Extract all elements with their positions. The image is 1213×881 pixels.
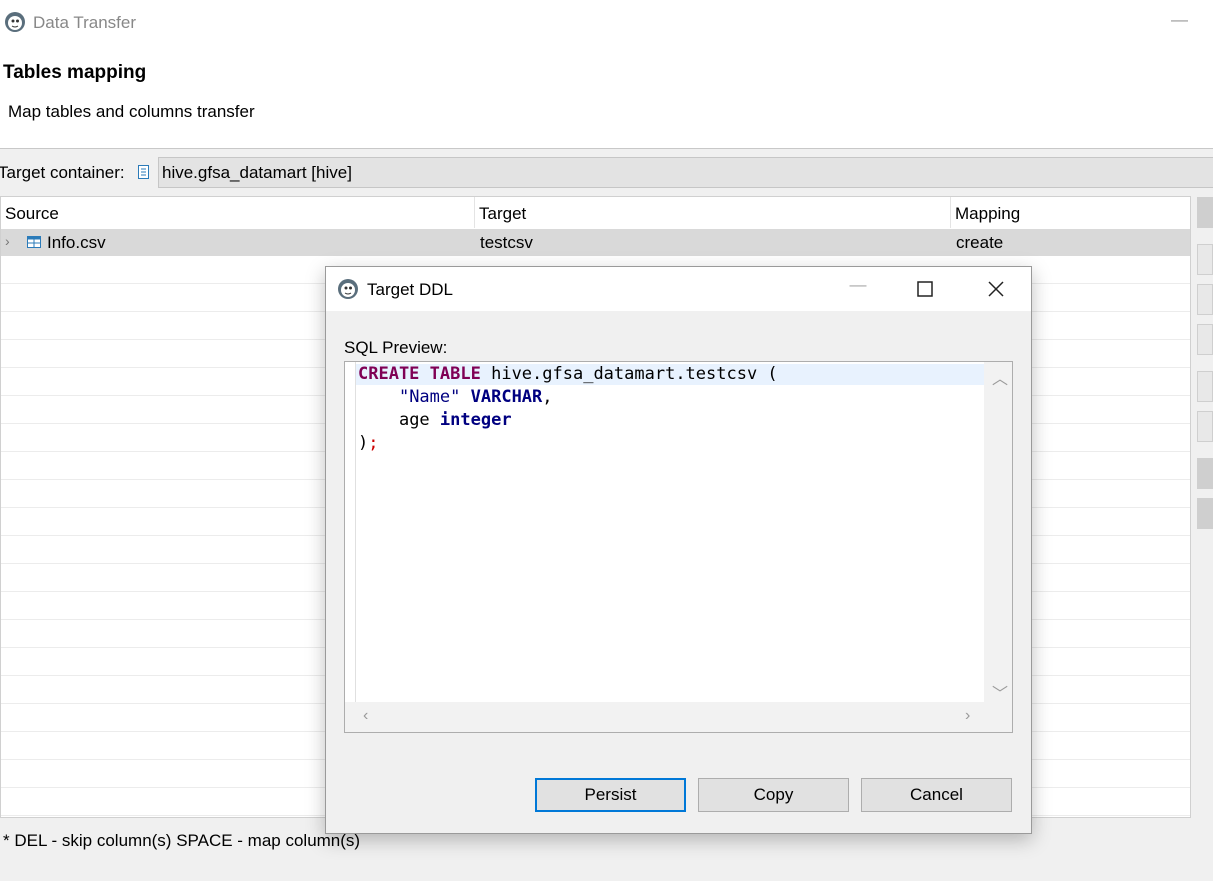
minimize-button[interactable]: — (1171, 10, 1189, 34)
cancel-button[interactable]: Cancel (861, 778, 1012, 812)
scroll-down-arrow-icon[interactable]: ﹀ (992, 680, 1008, 704)
side-button[interactable] (1197, 458, 1213, 489)
table-row[interactable] (1, 229, 1190, 256)
editor-gutter (355, 362, 356, 702)
scroll-up-arrow-icon[interactable]: ︿ (992, 365, 1008, 389)
row-mapping-cell: create (956, 233, 1004, 252)
code-line-3: age integer (398, 410, 512, 430)
page-title: Tables mapping (3, 62, 147, 83)
schema-icon (138, 165, 149, 179)
code-line-2: "Name" VARCHAR, (398, 387, 553, 407)
dbeaver-logo-icon (5, 12, 25, 32)
vertical-scrollbar[interactable]: ︿ ﹀ (984, 362, 1012, 704)
sql-preview-editor[interactable]: CREATE TABLE hive.gfsa_datamart.testcsv … (344, 361, 1013, 733)
side-button[interactable] (1197, 498, 1213, 529)
scrollbar-corner (984, 702, 1012, 732)
row-source-cell: Info.csv (47, 233, 106, 252)
side-button[interactable] (1197, 244, 1213, 275)
copy-button[interactable]: Copy (698, 778, 849, 812)
target-container-value: hive.gfsa_datamart [hive] (162, 163, 352, 182)
side-button[interactable] (1197, 324, 1213, 355)
close-icon[interactable] (983, 277, 1009, 301)
page-description: Map tables and columns transfer (8, 102, 255, 121)
side-button[interactable] (1197, 284, 1213, 315)
keyboard-hint: * DEL - skip column(s) SPACE - map colum… (3, 831, 361, 850)
persist-button[interactable]: Persist (535, 778, 686, 812)
dialog-title: Target DDL (367, 280, 453, 299)
dbeaver-logo-icon (338, 279, 358, 299)
column-header-source[interactable]: Source (1, 197, 475, 228)
scroll-left-arrow-icon[interactable]: ‹ (363, 707, 368, 725)
side-button[interactable] (1197, 411, 1213, 442)
side-button[interactable] (1197, 197, 1213, 228)
table-icon (27, 236, 41, 248)
target-container-label: Target container: (0, 163, 125, 182)
window-titlebar (0, 0, 1213, 46)
horizontal-scrollbar[interactable]: ‹ › (345, 702, 984, 732)
code-line-4: ); (358, 433, 379, 453)
code-line-1: CREATE TABLE hive.gfsa_datamart.testcsv … (358, 364, 778, 384)
maximize-icon[interactable] (914, 277, 936, 301)
scroll-right-arrow-icon[interactable]: › (965, 707, 970, 725)
column-header-mapping[interactable]: Mapping (951, 197, 1190, 228)
column-header-target[interactable]: Target (475, 197, 951, 228)
window-title: Data Transfer (33, 13, 136, 32)
dialog-minimize-button[interactable]: — (846, 275, 870, 301)
sql-preview-label: SQL Preview: (344, 338, 448, 357)
side-button[interactable] (1197, 371, 1213, 402)
target-ddl-dialog: Target DDL — SQL Preview: CREATE TABLE h… (325, 266, 1032, 834)
wizard-header (0, 46, 1213, 149)
row-target-cell: testcsv (480, 233, 533, 252)
expand-chevron-icon[interactable]: › (5, 233, 10, 249)
